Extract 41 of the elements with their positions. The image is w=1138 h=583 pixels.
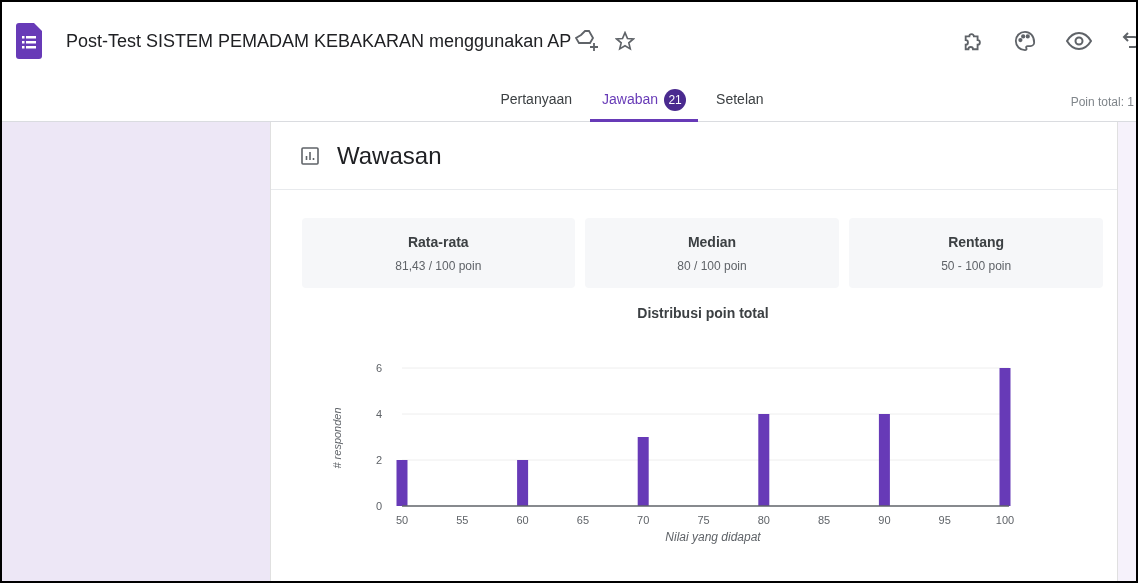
tab[interactable]: Setelan [704,80,776,122]
form-title[interactable]: Post-Test SISTEM PEMADAM KEBAKARAN menggunakan AP [66,27,572,55]
axis-tick-label: 65 [576,514,590,526]
stat-label: Rentang [948,232,1005,252]
section-title: Wawasan [337,140,442,171]
palette-icon[interactable] [1014,30,1036,52]
axis-tick-label: 60 [516,514,529,526]
count-badge: 21 [664,88,687,111]
stat-value: 50 - 100 poin [941,257,1012,275]
stat-value: 81,43 / 100 poin [395,257,482,275]
total-points-label: Poin total: 1 [1070,94,1134,111]
axis-tick-label: 6 [375,362,382,374]
forms-logo-icon[interactable] [16,23,42,59]
bar-chart-icon [301,146,319,165]
stat-value: 80 / 100 poin [677,257,747,275]
axis-tick-label: 80 [757,514,770,526]
axis-tick-label: 0 [375,500,382,512]
axis-title: # responden [331,407,343,469]
chart-bar [637,437,649,506]
axis-tick-label: 95 [938,514,951,526]
axis-tick-label: 4 [375,408,382,420]
cloud-plus-icon[interactable] [575,30,600,52]
stat-label: Median [687,232,737,252]
axis-tick-label: 75 [697,514,710,526]
tab[interactable]: Pertanyaan [488,80,585,122]
axis-tick-label: 90 [878,514,891,526]
eye-icon[interactable] [1066,32,1092,50]
puzzle-icon[interactable] [962,30,984,52]
axis-tick-label: 50 [395,514,409,526]
axis-title: Nilai yang didapat [665,530,761,544]
axis-tick-label: 85 [817,514,831,526]
stat-label: Rata-rata [407,232,469,252]
chart-bar [396,460,408,506]
undo-icon[interactable] [1122,31,1136,51]
axis-tick-label: 100 [995,514,1015,526]
axis-tick-label: 55 [456,514,469,526]
chart-bar [517,460,529,506]
chart-title: Distribusi poin total [637,305,769,321]
star-icon[interactable] [615,31,636,51]
axis-tick-label: 70 [637,514,650,526]
axis-tick-label: 2 [375,454,382,466]
